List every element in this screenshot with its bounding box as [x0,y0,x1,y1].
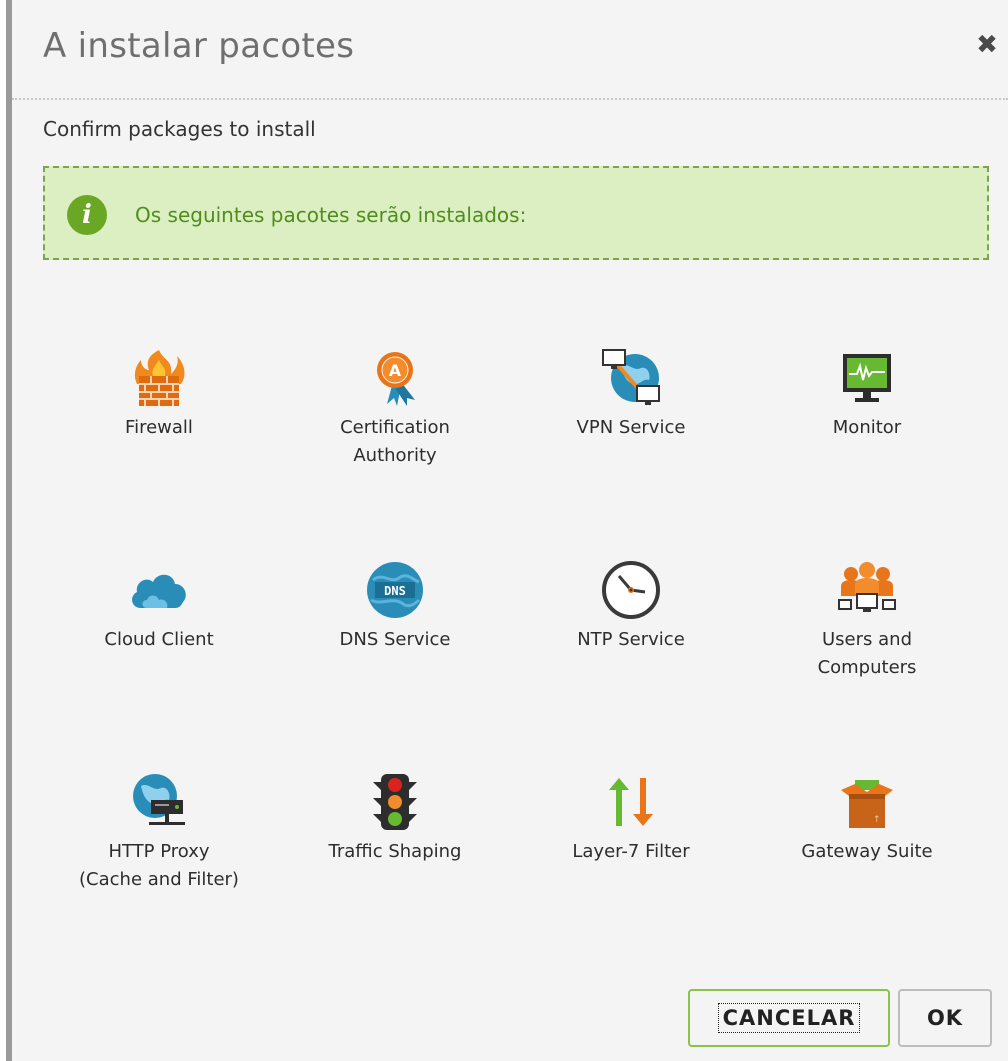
install-packages-dialog: A instalar pacotes ✖ Confirm packages to… [12,0,1008,1061]
vpn-icon [602,349,660,405]
monitor-icon [843,354,891,402]
package-label: Traffic Shaping [328,841,462,862]
package-monitor: Monitor [762,346,972,442]
cloud-icon [132,574,186,608]
info-message-box: i Os seguintes pacotes serão instalados: [43,166,989,260]
package-vpn-service: VPN Service [526,346,736,442]
window-left-edge [0,0,12,1061]
proxy-icon [133,774,185,825]
package-box-icon: ↑ [841,780,893,828]
package-label: Cloud Client [104,629,214,650]
package-gateway-suite: ↑ Gateway Suite [762,770,972,866]
package-firewall: Firewall [54,346,264,442]
certificate-icon: A [377,352,415,406]
firewall-icon [134,350,185,406]
package-label: DNS Service [339,629,451,650]
info-icon: i [67,195,107,235]
ok-button[interactable]: OK [898,989,992,1047]
package-layer7-filter: Layer-7 Filter [526,770,736,866]
dialog-subtitle: Confirm packages to install [43,117,316,141]
package-label: Firewall [125,417,193,438]
package-label: Certification Authority [340,417,450,466]
cancel-button[interactable]: CANCELAR [688,989,890,1047]
package-certification-authority: A Certification Authority [290,346,500,470]
traffic-light-icon [373,774,417,830]
dialog-title: A instalar pacotes [43,26,355,66]
info-message: Os seguintes pacotes serão instalados: [135,203,527,227]
package-label: VPN Service [576,417,686,438]
package-http-proxy: HTTP Proxy (Cache and Filter) [54,770,264,894]
dns-icon: DNS [367,562,423,618]
clock-icon [602,561,660,619]
package-ntp-service: NTP Service [526,558,736,654]
svg-text:DNS: DNS [384,584,406,598]
package-label: HTTP Proxy (Cache and Filter) [79,841,239,890]
package-dns-service: DNS DNS Service [290,558,500,654]
package-traffic-shaping: Traffic Shaping [290,770,500,866]
package-cloud-client: Cloud Client [54,558,264,654]
svg-text:↑: ↑ [873,815,881,825]
package-label: Users and Computers [817,629,917,678]
package-users-and-computers: Users and Computers [762,558,972,682]
package-label: Layer-7 Filter [572,841,690,862]
close-icon[interactable]: ✖ [972,30,1002,60]
layer7-icon [609,778,653,826]
cancel-button-label: CANCELAR [717,1003,861,1033]
users-icon [838,562,896,612]
package-label: Monitor [832,417,902,438]
package-label: NTP Service [577,629,685,650]
svg-text:A: A [389,361,402,380]
package-label: Gateway Suite [801,841,933,862]
title-divider [12,98,1008,100]
